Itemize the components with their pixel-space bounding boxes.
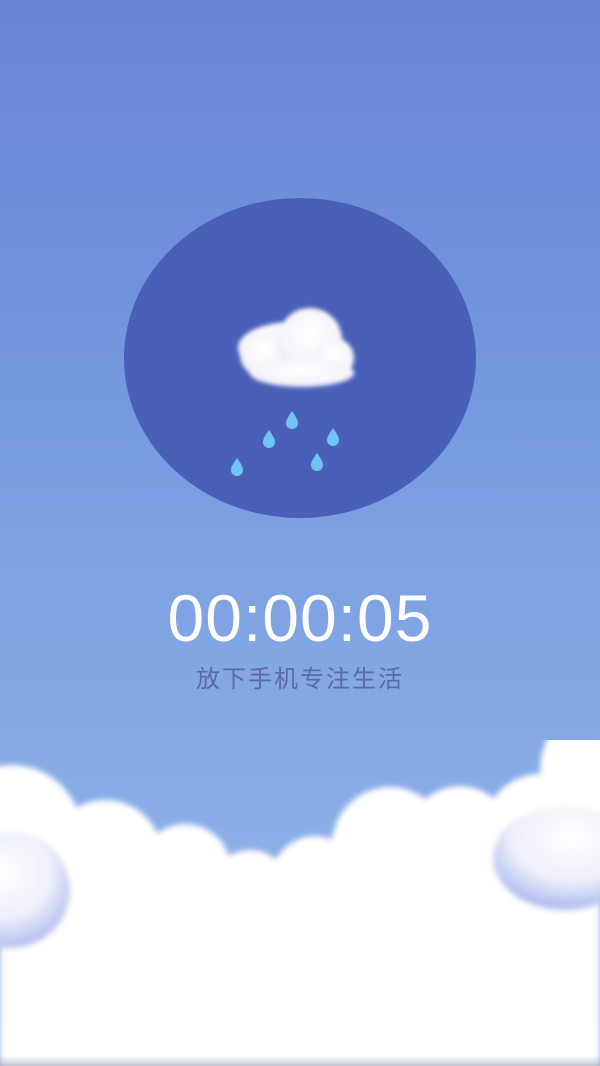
rain-drop-icon (231, 458, 243, 476)
rain-drops (231, 411, 339, 476)
rain-drop-icon (311, 453, 323, 471)
focus-slogan: 放下手机专注生活 (196, 665, 404, 693)
focus-timer-screen: 00:00:05 放下手机专注生活 (0, 0, 600, 1066)
rain-drop-icon (286, 411, 298, 429)
elapsed-timer: 00:00:05 (167, 581, 433, 655)
small-cloud (238, 308, 354, 387)
weather-orb (124, 198, 476, 518)
cloud-bank-illustration (0, 740, 600, 1066)
rain-cloud-icon (231, 308, 354, 476)
bottom-shadow (0, 1056, 600, 1066)
rain-drop-icon (263, 430, 275, 448)
rain-drop-icon (327, 428, 339, 446)
